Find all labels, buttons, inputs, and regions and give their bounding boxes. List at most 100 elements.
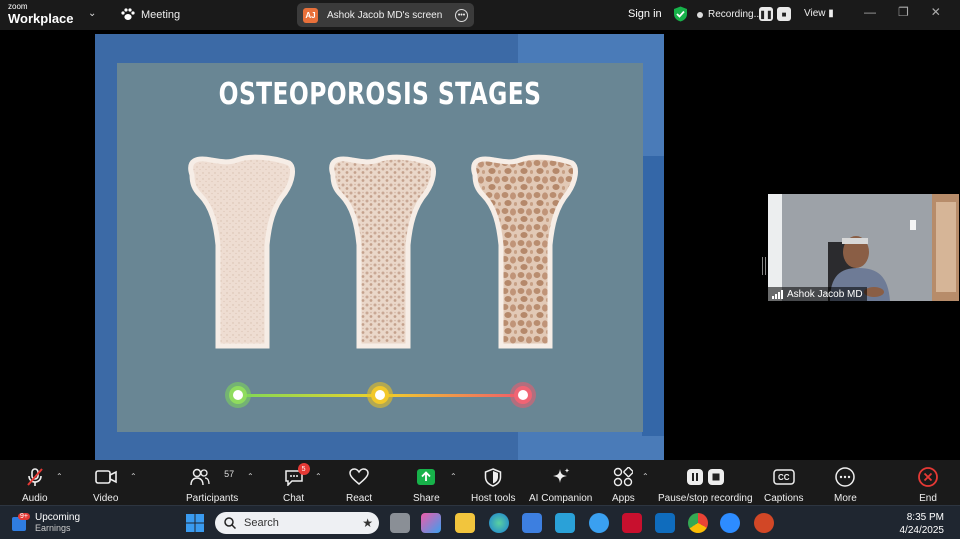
meeting-toolbar: Audio ⌃ Video ⌃ 57 Participants ⌃ 5 Chat… — [0, 460, 960, 505]
react-button[interactable]: React — [346, 466, 372, 504]
pause-recording-icon[interactable]: ❚❚ — [759, 7, 773, 21]
chat-button[interactable]: 5 Chat — [283, 463, 310, 504]
chat-label: Chat — [283, 493, 305, 504]
screen-share-indicator[interactable]: AJ Ashok Jacob MD's screen ••• — [297, 3, 474, 27]
video-camera-icon — [94, 470, 117, 484]
participants-options-chevron-icon[interactable]: ⌃ — [247, 472, 254, 481]
pause-icon — [686, 469, 703, 485]
view-label: View — [804, 8, 826, 19]
end-label: End — [919, 493, 937, 504]
end-meeting-button[interactable]: End — [918, 466, 938, 504]
bone-osteoporosis — [471, 154, 578, 349]
host-tools-button[interactable]: Host tools — [471, 466, 515, 504]
slide-content: OSTEOPOROSIS STAGES — [117, 63, 643, 432]
audio-options-chevron-icon[interactable]: ⌃ — [56, 472, 63, 481]
participants-count: 57 — [224, 469, 235, 479]
mcafee-icon[interactable] — [622, 513, 642, 533]
search-highlight-icon: ★ — [362, 516, 373, 530]
participants-button[interactable]: 57 Participants — [186, 466, 238, 504]
zoom-app-icon[interactable] — [720, 513, 740, 533]
pause-stop-recording-button[interactable]: Pause/stop recording — [658, 466, 753, 504]
stop-icon — [707, 469, 724, 485]
chat-unread-badge: 5 — [297, 463, 310, 475]
copilot-icon[interactable] — [421, 513, 441, 533]
apps-label: Apps — [612, 493, 635, 504]
outlook-icon[interactable] — [655, 513, 675, 533]
mic-muted-icon — [27, 468, 43, 486]
more-label: More — [834, 493, 857, 504]
end-call-icon — [918, 467, 938, 487]
bone-osteopenia — [329, 154, 436, 349]
system-clock[interactable]: 8:35 PM 4/24/2025 — [900, 511, 945, 537]
title-bar: zoom Workplace ⌄ Meeting AJ Ashok Jacob … — [0, 0, 960, 30]
chevron-down-icon[interactable]: ⌄ — [88, 8, 96, 19]
more-button[interactable]: More — [834, 466, 857, 504]
share-screen-icon — [417, 469, 436, 485]
logo-line1: zoom — [8, 2, 28, 11]
chat-options-chevron-icon[interactable]: ⌃ — [315, 472, 322, 481]
minimize-icon[interactable]: — — [864, 5, 876, 19]
sign-in-button[interactable]: Sign in — [628, 8, 662, 20]
task-view-icon[interactable] — [390, 513, 410, 533]
powerpoint-icon[interactable] — [754, 513, 774, 533]
ai-companion-button[interactable]: AI Companion — [529, 466, 592, 504]
stage-marker-yellow — [367, 382, 393, 408]
apps-options-chevron-icon[interactable]: ⌃ — [642, 472, 649, 481]
restore-icon[interactable]: ❐ — [898, 5, 909, 19]
presenter-avatar: AJ — [303, 7, 318, 23]
participant-name-label: Ashok Jacob MD — [768, 287, 867, 301]
more-options-icon[interactable]: ••• — [455, 8, 468, 22]
view-menu[interactable]: View ▮ — [804, 8, 834, 19]
participant-video — [768, 194, 959, 301]
participants-icon — [190, 468, 210, 486]
stage-marker-red — [510, 382, 536, 408]
meeting-menu[interactable]: Meeting — [121, 8, 180, 21]
video-button[interactable]: Video — [93, 466, 118, 504]
shield-check-icon[interactable] — [673, 6, 688, 22]
microsoft-store-icon[interactable] — [522, 513, 542, 533]
apps-button[interactable]: Apps — [612, 466, 635, 504]
participant-name: Ashok Jacob MD — [787, 288, 863, 300]
apps-icon — [614, 467, 634, 487]
more-dots-icon — [835, 467, 856, 487]
widget-subtitle: Earnings — [35, 523, 71, 533]
bone-healthy — [188, 154, 295, 349]
clock-time: 8:35 PM — [906, 512, 944, 523]
mychart-icon[interactable] — [555, 513, 575, 533]
file-explorer-icon[interactable] — [455, 513, 475, 533]
share-options-chevron-icon[interactable]: ⌃ — [450, 472, 457, 481]
recording-label: Recording... — [708, 9, 762, 20]
stop-recording-icon[interactable]: ■ — [777, 7, 791, 21]
share-label: Ashok Jacob MD's screen — [327, 9, 443, 21]
share-label: Share — [413, 493, 440, 504]
captions-label: Captions — [764, 493, 804, 504]
recording-indicator: Recording... — [697, 9, 762, 20]
react-label: React — [346, 493, 373, 504]
signal-strength-icon — [772, 289, 783, 299]
captions-icon-text: CC — [777, 472, 790, 482]
search-placeholder: Search — [244, 517, 279, 529]
widgets-button[interactable]: 9+ Upcoming Earnings — [12, 512, 80, 533]
host-tools-label: Host tools — [471, 493, 516, 504]
taskbar-search-box[interactable]: Search ★ — [215, 512, 379, 534]
participant-video-tile[interactable]: Ashok Jacob MD — [768, 194, 959, 301]
video-options-chevron-icon[interactable]: ⌃ — [130, 472, 137, 481]
windows-taskbar: 9+ Upcoming Earnings Search ★ 8:35 PM 4/… — [0, 505, 960, 539]
widget-title: Upcoming — [35, 512, 81, 523]
weather-app-icon[interactable] — [589, 513, 609, 533]
edge-browser-icon[interactable] — [489, 513, 509, 533]
zoom-logo: zoom Workplace — [8, 2, 74, 26]
audio-button[interactable]: Audio — [22, 466, 48, 504]
news-icon: 9+ — [12, 512, 30, 532]
host-shield-icon — [484, 467, 502, 487]
pause-recording-label: Pause/stop recording — [658, 493, 753, 504]
slide-background-band-dark — [642, 156, 664, 436]
record-dot-icon — [697, 11, 703, 18]
windows-start-icon[interactable] — [186, 514, 204, 532]
share-button[interactable]: Share — [413, 466, 440, 504]
captions-button[interactable]: CC Captions — [764, 466, 803, 504]
panel-resize-handle[interactable] — [762, 257, 766, 275]
chrome-icon[interactable] — [688, 513, 708, 533]
close-icon[interactable]: ✕ — [931, 5, 941, 19]
meeting-label: Meeting — [141, 8, 181, 21]
